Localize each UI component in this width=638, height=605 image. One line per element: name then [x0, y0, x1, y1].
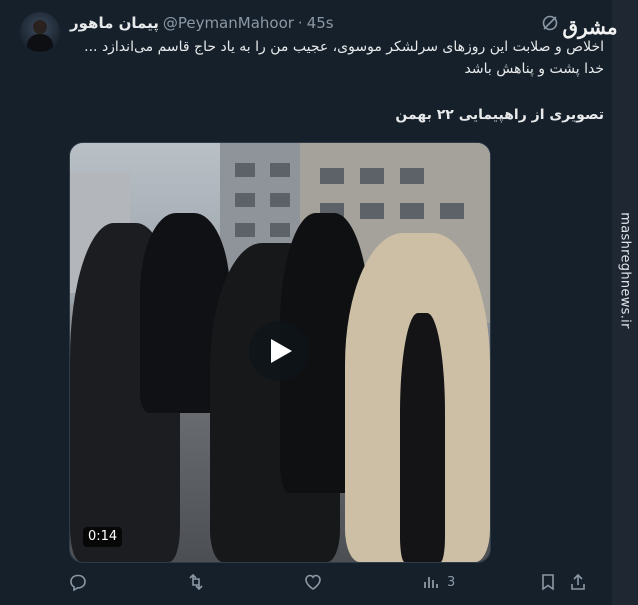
retweet-button[interactable] [186, 568, 206, 596]
share-button[interactable] [568, 568, 588, 596]
tweet-card[interactable]: پیمان ماهور @PeymanMahoor · 45s اخلاص و … [0, 0, 612, 605]
separator-dot: · [297, 14, 303, 32]
share-icon [571, 573, 585, 590]
tweet-text-line: خدا پشت و پناهش باشد [464, 61, 604, 77]
action-bar: 3 [68, 568, 598, 596]
like-button[interactable] [303, 568, 323, 596]
retweet-icon [189, 573, 203, 591]
reply-icon [70, 574, 86, 592]
play-button[interactable] [249, 321, 309, 381]
watermark-site: mashreghnews.ir [617, 211, 633, 329]
views-icon [424, 577, 438, 588]
reply-button[interactable] [68, 568, 88, 596]
play-icon [271, 339, 292, 363]
tweet-text-caption: تصویری از راهپیمایی ۲۲ بهمن [70, 104, 604, 126]
bookmark-button[interactable] [538, 568, 558, 596]
tweet-time[interactable]: 45s [307, 14, 334, 32]
like-icon [305, 574, 321, 590]
video-duration: 0:14 [83, 527, 123, 547]
grok-icon[interactable] [541, 14, 559, 32]
tweet-header: پیمان ماهور @PeymanMahoor · 45s [70, 12, 334, 34]
tweet-text-line: تصویری از راهپیمایی ۲۲ بهمن [395, 107, 604, 123]
tweet-text: اخلاص و صلابت این روزهای سرلشکر موسوی، ع… [70, 36, 604, 80]
user-handle[interactable]: @PeymanMahoor [163, 14, 294, 32]
display-name[interactable]: پیمان ماهور [70, 14, 159, 32]
views-count: 3 [447, 574, 456, 590]
views-button[interactable]: 3 [421, 568, 455, 596]
bookmark-icon [542, 574, 554, 591]
tweet-text-line: اخلاص و صلابت این روزهای سرلشکر موسوی، ع… [84, 39, 604, 55]
avatar[interactable] [20, 12, 60, 52]
watermark-logo: مشرق [562, 15, 618, 39]
